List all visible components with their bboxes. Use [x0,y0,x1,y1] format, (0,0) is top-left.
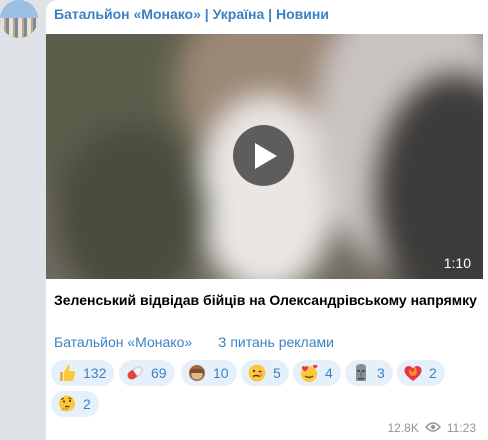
reaction-count: 5 [273,365,281,381]
reaction-count: 4 [325,365,333,381]
reaction-count: 10 [213,365,229,381]
ads-link[interactable]: З питань реклами [218,334,334,350]
see-no-evil-monkey-icon [187,363,207,383]
channel-avatar[interactable] [0,0,38,38]
video-duration: 1:10 [443,255,471,271]
view-count: 12.8K [387,421,419,435]
smiling-face-with-hearts-icon [299,363,319,383]
reaction-pill[interactable]: 69 [119,360,175,386]
message-time: 11:23 [446,421,476,435]
reaction-thinking[interactable]: 2 [51,391,99,417]
reaction-heart-fire[interactable]: 2 [397,360,445,386]
reaction-count: 132 [83,365,107,381]
reaction-hearts-face[interactable]: 4 [293,360,341,386]
reaction-count: 3 [377,365,385,381]
channel-link[interactable]: Батальйон «Монако» [54,334,192,350]
reaction-count: 69 [151,365,167,381]
heart-on-fire-icon [403,363,423,383]
woozy-face-icon [247,363,267,383]
reaction-monkey[interactable]: 10 [181,360,237,386]
reaction-count: 2 [83,396,91,412]
reaction-count: 2 [429,365,437,381]
post-caption: Зеленський відвідав бійців на Олександрі… [54,292,477,308]
message-bubble: Батальйон «Монако» | Україна | Новини 1:… [46,0,488,440]
eye-icon [424,421,441,435]
pill-icon [125,363,145,383]
avatar-sky [0,0,38,19]
reaction-moai[interactable]: 3 [345,360,393,386]
play-icon [255,143,277,169]
avatar-city [0,18,38,38]
thumbs-up-icon [57,363,77,383]
video-preview[interactable]: 1:10 [46,34,483,279]
reaction-thumbs-up[interactable]: 132 [51,360,115,386]
message-meta: 12.8K 11:23 [388,421,477,435]
thinking-face-icon [57,394,77,414]
channel-title[interactable]: Батальйон «Монако» | Україна | Новини [54,6,329,22]
reaction-woozy[interactable]: 5 [241,360,289,386]
play-button[interactable] [233,125,294,186]
moai-icon [351,363,371,383]
